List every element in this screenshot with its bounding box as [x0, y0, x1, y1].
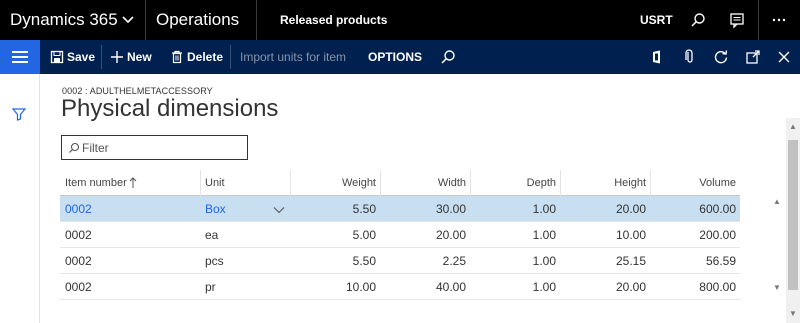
action-pane: Save New Delete Import units for item OP…: [0, 40, 800, 74]
scroll-down-arrow[interactable]: ▼: [789, 309, 797, 318]
cell-unit[interactable]: pr: [205, 274, 216, 300]
page-scrollbar[interactable]: ▲ ▼: [786, 118, 800, 323]
table-row[interactable]: 0002 pcs 5.50 2.25 1.00 25.15 56.59: [60, 248, 740, 274]
nav-separator: [256, 0, 257, 40]
column-divider: [470, 170, 471, 196]
new-button[interactable]: New: [110, 40, 154, 74]
company-picker[interactable]: USRT: [640, 0, 673, 40]
table-row[interactable]: 0002 Box 5.50 30.00 1.00 20.00 600.00: [60, 196, 740, 222]
cell-depth[interactable]: 1.00: [472, 196, 556, 222]
delete-icon: [172, 50, 182, 64]
cell-weight[interactable]: 5.00: [292, 222, 376, 248]
hamburger-icon[interactable]: [0, 40, 40, 74]
save-label: Save: [67, 50, 96, 64]
action-separator: [230, 45, 231, 69]
chevron-down-icon[interactable]: [273, 206, 285, 214]
filter-field[interactable]: [61, 135, 248, 160]
physical-dimensions-grid: Item number Unit Weight Width Depth Heig…: [60, 170, 740, 300]
column-header-volume[interactable]: Volume: [652, 170, 736, 196]
column-divider: [650, 170, 651, 196]
import-units-label: Import units for item: [240, 50, 347, 64]
options-label: OPTIONS: [368, 50, 423, 64]
nav-separator: [758, 0, 759, 40]
grid-scroll-up-arrow[interactable]: ▲: [773, 197, 781, 206]
save-icon: [50, 50, 64, 64]
column-header-weight[interactable]: Weight: [292, 170, 376, 196]
table-row[interactable]: 0002 pr 10.00 40.00 1.00 20.00 800.00: [60, 274, 740, 300]
filter-pane-rail: [0, 74, 40, 323]
delete-label: Delete: [187, 50, 224, 64]
column-divider: [380, 170, 381, 196]
cell-depth[interactable]: 1.00: [472, 248, 556, 274]
filter-icon[interactable]: [11, 106, 27, 122]
cell-height[interactable]: 10.00: [562, 222, 646, 248]
column-header-height[interactable]: Height: [562, 170, 646, 196]
search-icon[interactable]: [689, 11, 707, 29]
delete-button[interactable]: Delete: [170, 40, 224, 74]
open-new-icon[interactable]: [744, 48, 762, 66]
filter-input[interactable]: [82, 139, 242, 156]
chevron-down-icon[interactable]: [120, 12, 136, 28]
search-icon: [69, 142, 80, 153]
scroll-up-arrow[interactable]: ▲: [789, 122, 797, 131]
cell-width[interactable]: 40.00: [382, 274, 466, 300]
cell-height[interactable]: 20.00: [562, 196, 646, 222]
scrollbar-thumb[interactable]: [788, 140, 798, 290]
cell-height[interactable]: 25.15: [562, 248, 646, 274]
cell-volume: 56.59: [705, 254, 736, 268]
action-separator: [101, 45, 102, 69]
cell-unit[interactable]: ea: [205, 222, 218, 248]
column-header-depth[interactable]: Depth: [472, 170, 556, 196]
grid-scroll-down-arrow[interactable]: ▼: [773, 283, 781, 292]
column-divider: [200, 170, 201, 196]
close-icon[interactable]: [775, 48, 793, 66]
message-icon[interactable]: [728, 11, 746, 29]
cell-unit[interactable]: pcs: [205, 248, 224, 274]
cell-weight[interactable]: 5.50: [292, 248, 376, 274]
cell-item-number[interactable]: 0002: [65, 274, 92, 300]
cell-item-number[interactable]: 0002: [65, 196, 92, 222]
new-label: New: [127, 50, 152, 64]
page-title: Physical dimensions: [61, 95, 279, 122]
cell-width[interactable]: 30.00: [382, 196, 466, 222]
table-row[interactable]: 0002 ea 5.00 20.00 1.00 10.00 200.00: [60, 222, 740, 248]
nav-separator: [145, 0, 146, 40]
search-icon[interactable]: [439, 48, 457, 66]
column-header-width[interactable]: Width: [382, 170, 466, 196]
cell-weight[interactable]: 5.50: [292, 196, 376, 222]
column-header-unit[interactable]: Unit: [205, 170, 225, 196]
cell-volume: 200.00: [699, 228, 736, 242]
cell-volume: 800.00: [699, 280, 736, 294]
refresh-icon[interactable]: [712, 48, 730, 66]
sort-ascending-icon[interactable]: [129, 177, 137, 189]
cell-volume: 600.00: [699, 202, 736, 216]
module-name[interactable]: Operations: [156, 0, 239, 40]
column-divider: [560, 170, 561, 196]
breadcrumb[interactable]: Released products: [280, 0, 387, 40]
cell-width[interactable]: 20.00: [382, 222, 466, 248]
cell-depth[interactable]: 1.00: [472, 274, 556, 300]
plus-icon: [111, 51, 123, 63]
column-header-item-number[interactable]: Item number: [65, 170, 127, 196]
office-icon[interactable]: [648, 48, 666, 66]
column-divider: [290, 170, 291, 196]
app-brand[interactable]: Dynamics 365: [10, 0, 118, 40]
more-icon[interactable]: [770, 11, 788, 29]
cell-unit[interactable]: Box: [205, 196, 226, 222]
cell-height[interactable]: 20.00: [562, 274, 646, 300]
cell-weight[interactable]: 10.00: [292, 274, 376, 300]
options-tab[interactable]: OPTIONS: [368, 40, 423, 74]
attach-icon[interactable]: [681, 48, 699, 66]
grid-header: Item number Unit Weight Width Depth Heig…: [60, 170, 740, 196]
cell-item-number[interactable]: 0002: [65, 248, 92, 274]
cell-depth[interactable]: 1.00: [472, 222, 556, 248]
cell-item-number[interactable]: 0002: [65, 222, 92, 248]
cell-width[interactable]: 2.25: [382, 248, 466, 274]
import-units-button[interactable]: Import units for item: [240, 40, 352, 74]
save-button[interactable]: Save: [50, 40, 96, 74]
top-nav-bar: Dynamics 365 Operations Released product…: [0, 0, 800, 40]
